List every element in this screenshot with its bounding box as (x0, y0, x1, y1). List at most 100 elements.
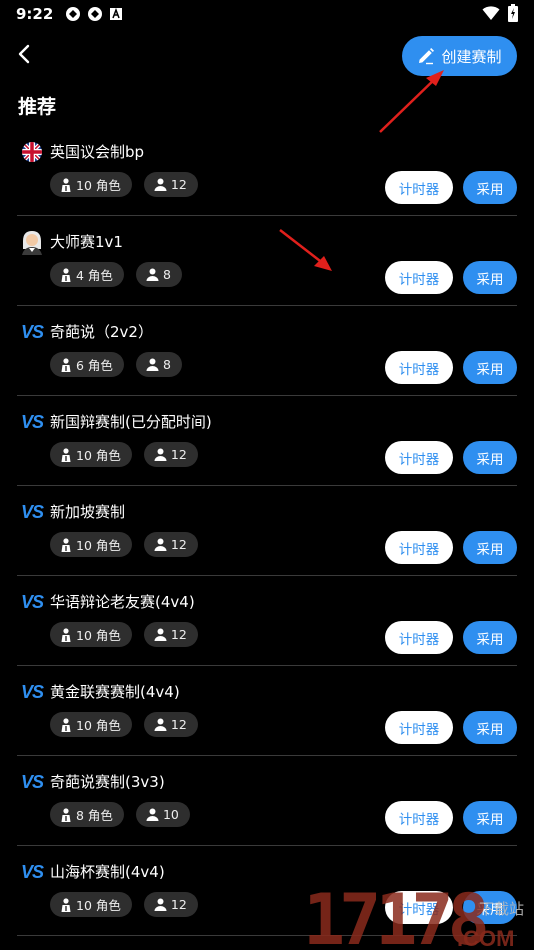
people-tag: 12 (143, 172, 198, 197)
list-item: 大师赛1v1 4 角色 8 计时器 采用 (17, 216, 517, 306)
status-time: 9:22 (16, 5, 54, 23)
vs-label: VS (20, 771, 44, 792)
back-button[interactable] (10, 38, 38, 70)
roles-count: 10 角色 (76, 898, 121, 913)
roles-icon (61, 267, 71, 282)
battery-icon (508, 4, 518, 22)
roles-count: 4 角色 (76, 268, 113, 283)
format-name: 英国议会制bp (50, 143, 145, 161)
vs-icon: VS (19, 770, 45, 794)
person-icon (146, 808, 159, 821)
timer-button[interactable]: 计时器 (385, 711, 453, 744)
vs-icon: VS (19, 590, 45, 614)
people-count: 10 (162, 807, 179, 822)
roles-count: 10 角色 (76, 628, 121, 643)
list-item: 英国议会制bp 10 角色 12 计时器 采用 (17, 126, 517, 216)
roles-count: 10 角色 (76, 538, 121, 553)
adopt-button[interactable]: 采用 (463, 621, 517, 654)
roles-icon (61, 537, 71, 552)
roles-icon (61, 807, 71, 822)
vs-icon: VS (19, 680, 45, 704)
format-tags: 6 角色 8 (50, 352, 182, 377)
format-name: 新加坡赛制 (50, 503, 126, 521)
format-name: 大师赛1v1 (50, 233, 123, 251)
roles-icon (61, 177, 71, 192)
person-icon (154, 178, 167, 191)
roles-count: 10 角色 (76, 718, 121, 733)
vs-icon: VS (19, 500, 45, 524)
format-name: 奇葩说（2v2） (50, 323, 153, 341)
people-count: 8 (162, 267, 171, 282)
adopt-button[interactable]: 采用 (463, 711, 517, 744)
format-name: 奇葩说赛制(3v3) (50, 773, 165, 791)
list-item: VS 奇葩说（2v2） 6 角色 8 计时器 采用 (17, 306, 517, 396)
adopt-button[interactable]: 采用 (463, 351, 517, 384)
app-notification-icon (88, 7, 103, 21)
people-tag: 12 (143, 532, 198, 557)
people-count: 12 (170, 447, 187, 462)
people-tag: 12 (143, 712, 198, 737)
vs-label: VS (20, 411, 44, 432)
adopt-button[interactable]: 采用 (463, 531, 517, 564)
roles-icon (61, 717, 71, 732)
roles-tag: 10 角色 (50, 712, 132, 737)
format-name: 山海杯赛制(4v4) (50, 863, 165, 881)
roles-tag: 6 角色 (50, 352, 124, 377)
judge-avatar-icon (19, 230, 45, 255)
roles-icon (61, 357, 71, 372)
status-bar: 9:22 (0, 0, 534, 28)
vs-label: VS (20, 591, 44, 612)
timer-button[interactable]: 计时器 (385, 531, 453, 564)
roles-count: 10 角色 (76, 448, 121, 463)
person-icon (146, 358, 159, 371)
adopt-button[interactable]: 采用 (463, 441, 517, 474)
list-item: VS 黄金联赛赛制(4v4) 10 角色 12 计时器 采用 (17, 666, 517, 756)
adopt-button[interactable]: 采用 (463, 891, 517, 924)
roles-tag: 10 角色 (50, 442, 132, 467)
timer-button[interactable]: 计时器 (385, 171, 453, 204)
people-count: 12 (170, 897, 187, 912)
roles-count: 8 角色 (76, 808, 113, 823)
app-notification-icon (66, 7, 81, 21)
section-title: 推荐 (18, 96, 57, 118)
timer-button[interactable]: 计时器 (385, 621, 453, 654)
timer-button[interactable]: 计时器 (385, 441, 453, 474)
pencil-icon (419, 48, 435, 65)
status-notification-icons (65, 6, 123, 22)
people-count: 12 (170, 177, 187, 192)
people-count: 12 (170, 537, 187, 552)
uk-flag-icon (22, 142, 42, 162)
timer-button[interactable]: 计时器 (385, 801, 453, 834)
adopt-button[interactable]: 采用 (463, 171, 517, 204)
roles-icon (61, 897, 71, 912)
judge-avatar-icon (22, 231, 42, 255)
vs-icon: VS (19, 320, 45, 344)
timer-button[interactable]: 计时器 (385, 351, 453, 384)
format-tags: 10 角色 12 (50, 712, 198, 737)
adopt-button[interactable]: 采用 (463, 801, 517, 834)
person-icon (154, 538, 167, 551)
people-tag: 12 (143, 892, 198, 917)
format-tags: 10 角色 12 (50, 532, 198, 557)
vs-icon: VS (19, 410, 45, 434)
format-name: 华语辩论老友赛(4v4) (50, 593, 195, 611)
create-format-button[interactable]: 创建赛制 (402, 36, 517, 76)
format-tags: 4 角色 8 (50, 262, 182, 287)
format-list: 英国议会制bp 10 角色 12 计时器 采用 大师赛1v1 4 角色 8 计时… (0, 126, 534, 936)
person-icon (146, 268, 159, 281)
people-tag: 8 (135, 352, 182, 377)
people-tag: 12 (143, 442, 198, 467)
format-tags: 8 角色 10 (50, 802, 190, 827)
roles-tag: 10 角色 (50, 172, 132, 197)
vs-label: VS (20, 501, 44, 522)
person-icon (154, 898, 167, 911)
people-tag: 10 (135, 802, 190, 827)
adopt-button[interactable]: 采用 (463, 261, 517, 294)
person-icon (154, 628, 167, 641)
people-tag: 8 (135, 262, 182, 287)
vs-label: VS (20, 681, 44, 702)
roles-tag: 10 角色 (50, 892, 132, 917)
list-item: VS 新加坡赛制 10 角色 12 计时器 采用 (17, 486, 517, 576)
timer-button[interactable]: 计时器 (385, 891, 453, 924)
timer-button[interactable]: 计时器 (385, 261, 453, 294)
